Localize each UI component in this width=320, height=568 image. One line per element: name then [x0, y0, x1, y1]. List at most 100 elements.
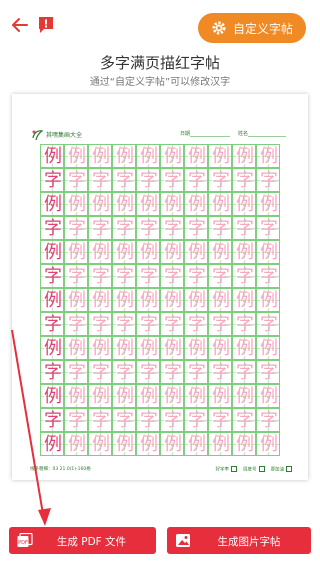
grid-character: 例 [116, 242, 134, 263]
grid-cell: 字 [256, 312, 280, 336]
grid-character: 字 [260, 362, 278, 383]
grid-cell: 例 [64, 336, 88, 360]
grid-character: 例 [140, 194, 158, 215]
custom-copybook-button[interactable]: 自定义字帖 [198, 13, 306, 43]
grid-character: 例 [188, 146, 206, 167]
grid-cell: 例 [112, 288, 136, 312]
grid-cell: 字 [88, 216, 112, 240]
grid-cell: 例 [136, 288, 160, 312]
grid-cell: 例 [256, 432, 280, 456]
grid-character: 字 [68, 170, 86, 191]
copybook-preview: 其嘿集画大全 日期 姓名 例例例例例例例例例例字字字字字字字字字字例例例例例例例… [12, 94, 308, 480]
generate-pdf-label: 生成 PDF 文件 [56, 536, 127, 548]
grid-character: 例 [212, 434, 230, 455]
back-arrow-icon[interactable] [10, 15, 30, 35]
grid-character: 例 [68, 242, 86, 263]
grid-character: 例 [212, 146, 230, 167]
grid-character: 字 [116, 170, 134, 191]
grid-cell: 例 [64, 384, 88, 408]
grid-character: 字 [260, 266, 278, 287]
grid-character: 字 [140, 410, 158, 431]
date-label: 日期 [180, 131, 191, 137]
grid-cell: 字 [88, 312, 112, 336]
grid-cell: 字 [232, 216, 256, 240]
grid-character: 字 [188, 266, 206, 287]
grid-cell: 例 [184, 240, 208, 264]
grid-cell: 字 [112, 360, 136, 384]
grid-character: 字 [116, 410, 134, 431]
grid-character: 字 [236, 170, 254, 191]
grid-character: 例 [260, 386, 278, 407]
grid-character: 例 [164, 338, 182, 359]
grid-character: 例 [140, 290, 158, 311]
grid-character: 例 [260, 146, 278, 167]
grid-character: 例 [212, 338, 230, 359]
grid-character: 例 [164, 434, 182, 455]
grid-character: 例 [140, 242, 158, 263]
grid-cell: 字 [64, 168, 88, 192]
grid-cell: 字 [40, 312, 64, 336]
grid-cell: 字 [112, 264, 136, 288]
brand-logo-icon [32, 130, 44, 141]
grid-character: 例 [44, 146, 62, 167]
grid-cell: 字 [160, 360, 184, 384]
grid-character: 例 [164, 146, 182, 167]
grid-cell: 字 [40, 168, 64, 192]
grid-cell: 例 [232, 240, 256, 264]
grid-cell: 例 [112, 192, 136, 216]
grid-character: 字 [260, 170, 278, 191]
gear-icon [212, 21, 226, 35]
grid-character: 例 [92, 434, 110, 455]
grid-cell: 例 [64, 288, 88, 312]
grid-cell: 字 [88, 360, 112, 384]
rating-item: 好字率 [216, 466, 237, 473]
grid-cell: 例 [256, 384, 280, 408]
grid-character: 字 [140, 362, 158, 383]
grid-cell: 例 [64, 240, 88, 264]
grid-cell: 例 [232, 384, 256, 408]
grid-character: 字 [92, 218, 110, 239]
custom-copybook-label: 自定义字帖 [232, 21, 293, 36]
grid-cell: 字 [208, 216, 232, 240]
grid-character: 字 [164, 218, 182, 239]
generate-image-button[interactable]: 生成图片字帖 [167, 527, 311, 554]
footer-info: 线条粗细：03 21.0(1)-160格 [30, 467, 91, 472]
grid-character: 字 [164, 362, 182, 383]
grid-cell: 例 [184, 432, 208, 456]
grid-cell: 字 [232, 312, 256, 336]
generate-pdf-button[interactable]: PDF 生成 PDF 文件 [9, 527, 156, 554]
grid-character: 字 [68, 362, 86, 383]
grid-cell: 字 [136, 216, 160, 240]
grid-character: 例 [188, 338, 206, 359]
grid-character: 例 [236, 434, 254, 455]
grid-character: 例 [68, 434, 86, 455]
grid-character: 字 [44, 362, 62, 383]
grid-cell: 例 [136, 336, 160, 360]
grid-character: 字 [44, 314, 62, 335]
grid-cell: 字 [208, 264, 232, 288]
grid-character: 字 [212, 218, 230, 239]
grid-cell: 字 [64, 312, 88, 336]
grid-character: 例 [236, 194, 254, 215]
grid-character: 字 [236, 362, 254, 383]
grid-character: 字 [44, 410, 62, 431]
grid-cell: 例 [184, 192, 208, 216]
grid-cell: 例 [232, 192, 256, 216]
grid-cell: 例 [208, 432, 232, 456]
grid-cell: 例 [232, 288, 256, 312]
grid-cell: 字 [160, 168, 184, 192]
grid-cell: 例 [64, 144, 88, 168]
grid-cell: 例 [160, 432, 184, 456]
grid-cell: 例 [256, 144, 280, 168]
report-icon[interactable] [38, 16, 54, 34]
grid-cell: 字 [160, 408, 184, 432]
grid-character: 例 [140, 338, 158, 359]
grid-character: 例 [92, 194, 110, 215]
grid-cell: 例 [112, 336, 136, 360]
grid-cell: 字 [232, 168, 256, 192]
grid-character: 字 [92, 362, 110, 383]
grid-cell: 字 [40, 216, 64, 240]
grid-character: 例 [92, 290, 110, 311]
grid-cell: 例 [112, 384, 136, 408]
grid-cell: 例 [160, 144, 184, 168]
